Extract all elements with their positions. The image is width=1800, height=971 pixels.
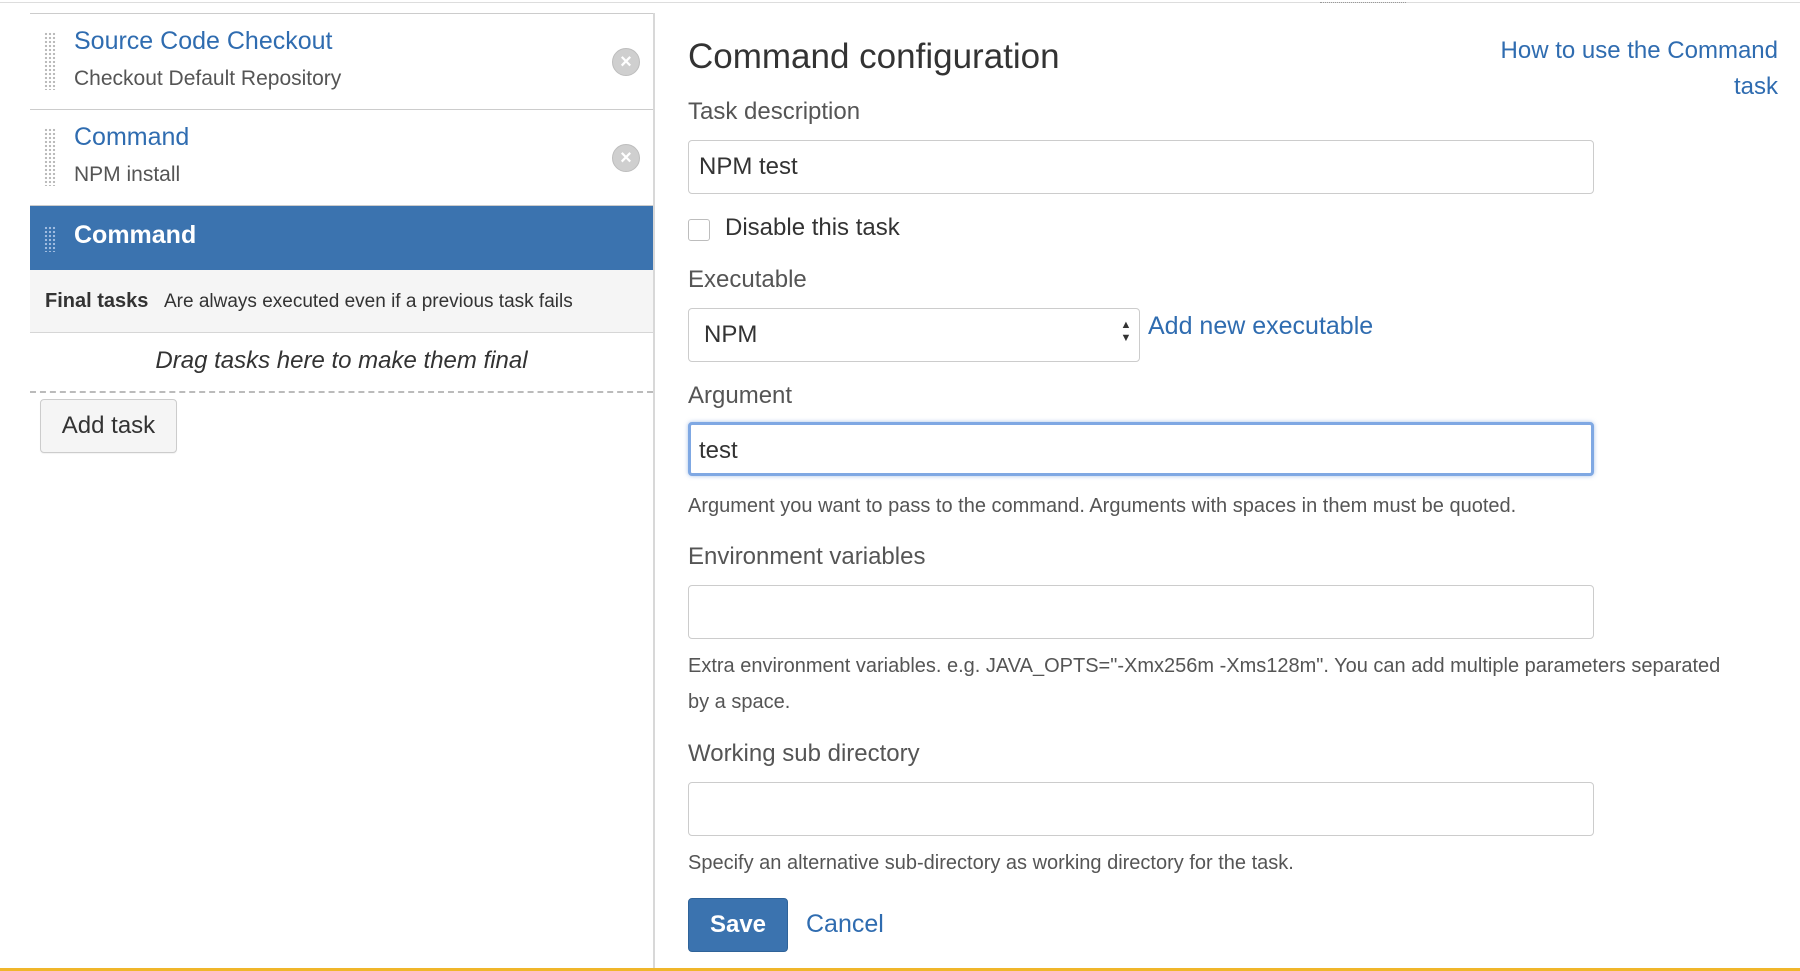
disable-task-checkbox[interactable] (688, 219, 710, 241)
drag-handle-icon[interactable] (44, 32, 56, 90)
drop-zone-text: Drag tasks here to make them final (155, 347, 528, 374)
save-button[interactable]: Save (688, 898, 788, 952)
final-tasks-description: Are always executed even if a previous t… (164, 291, 573, 312)
add-task-button[interactable]: Add task (40, 399, 177, 453)
executable-select[interactable]: NPM ▲ ▼ (688, 308, 1140, 362)
working-sub-directory-input[interactable] (688, 782, 1594, 836)
environment-variables-help-text: Extra environment variables. e.g. JAVA_O… (688, 655, 1721, 713)
environment-variables-input[interactable] (688, 585, 1594, 639)
cancel-link[interactable]: Cancel (806, 910, 884, 939)
task-item-command-selected[interactable]: Command (30, 206, 653, 270)
task-description-label: Task description (688, 98, 861, 125)
task-title[interactable]: Command (74, 123, 189, 152)
argument-help-text: Argument you want to pass to the command… (688, 495, 1517, 517)
working-sub-directory-help-text: Specify an alternative sub-directory as … (688, 852, 1294, 874)
select-arrows-icon: ▲ ▼ (1120, 319, 1132, 344)
sidebar-divider (653, 13, 655, 968)
help-link[interactable]: How to use the Command task (1493, 33, 1778, 105)
x-circle-icon[interactable]: × (612, 48, 640, 76)
disable-task-label[interactable]: Disable this task (725, 214, 900, 242)
argument-label: Argument (688, 382, 793, 409)
executable-select-value: NPM (704, 321, 758, 348)
task-title[interactable]: Command (74, 221, 196, 250)
working-sub-directory-label: Working sub directory (688, 740, 920, 767)
task-subtitle: Checkout Default Repository (74, 67, 342, 90)
executable-label: Executable (688, 266, 807, 293)
final-tasks-drop-zone[interactable]: Drag tasks here to make them final (30, 333, 653, 393)
task-description-input[interactable]: NPM test (688, 140, 1594, 194)
environment-variables-label: Environment variables (688, 543, 926, 570)
task-list-sidebar: Source Code Checkout Checkout Default Re… (30, 13, 653, 971)
task-item-command-npm-install[interactable]: Command NPM install × (30, 110, 653, 206)
task-title[interactable]: Source Code Checkout (74, 27, 332, 56)
x-circle-icon[interactable]: × (612, 144, 640, 172)
drag-handle-icon[interactable] (44, 128, 56, 186)
argument-input[interactable]: test (688, 422, 1594, 476)
final-tasks-title: Final tasks (45, 290, 149, 312)
command-configuration-panel: Command configuration How to use the Com… (688, 0, 1800, 968)
page: Source Code Checkout Checkout Default Re… (0, 0, 1800, 971)
add-new-executable-link[interactable]: Add new executable (1148, 312, 1373, 341)
task-subtitle: NPM install (74, 163, 181, 186)
task-item-source-code-checkout[interactable]: Source Code Checkout Checkout Default Re… (30, 14, 653, 110)
drag-handle-icon[interactable] (44, 226, 56, 252)
page-title: Command configuration (688, 37, 1060, 76)
final-tasks-header: Final tasks Are always executed even if … (30, 270, 653, 333)
